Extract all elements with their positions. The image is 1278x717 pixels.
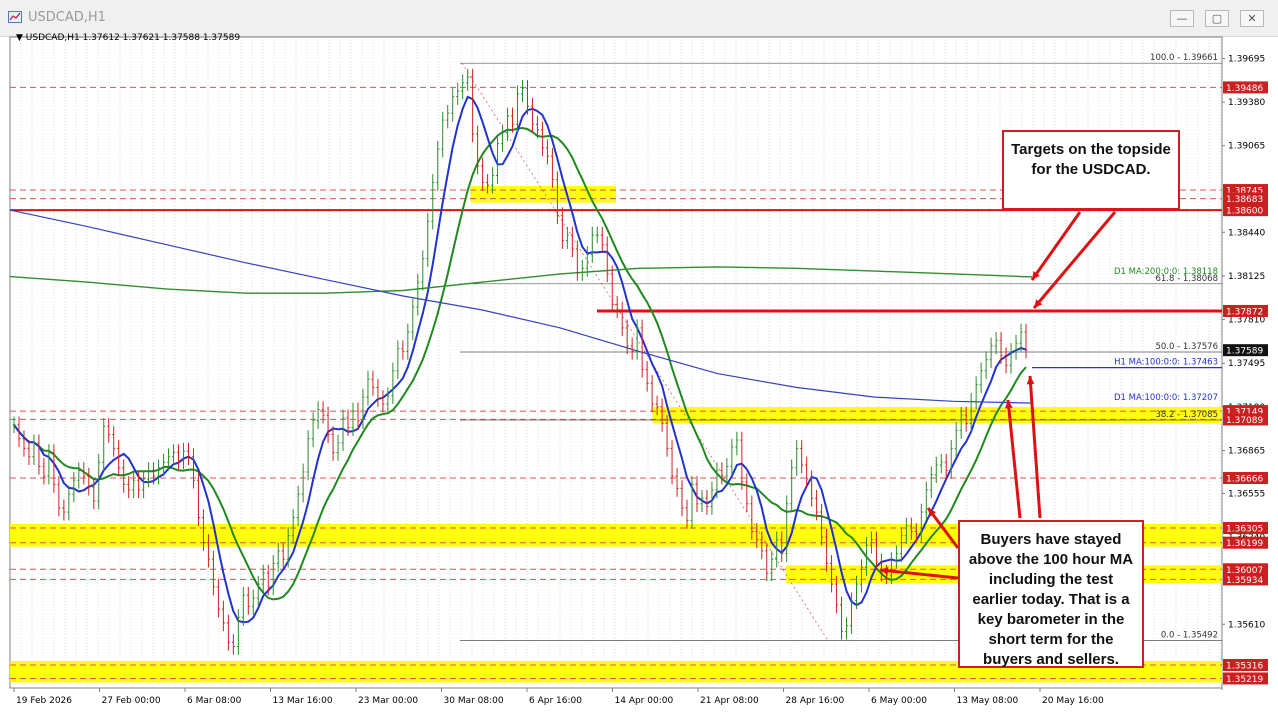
level-tag-label-7: 1.36666 [1226, 475, 1263, 485]
x-tick-label-12: 20 May 16:00 [1042, 696, 1104, 706]
x-tick-label-11: 13 May 08:00 [957, 696, 1019, 706]
x-tick-label-6: 6 Apr 16:00 [529, 696, 582, 706]
y-tick-label-3: 1.38440 [1228, 228, 1265, 238]
level-tag-label-0: 1.39486 [1226, 84, 1263, 94]
level-tag-label-6: 1.37089 [1226, 416, 1263, 426]
level-tag-label-12: 1.35316 [1226, 662, 1263, 672]
level-tag-label-9: 1.36199 [1226, 539, 1263, 549]
y-tick-label-6: 1.37495 [1228, 359, 1265, 369]
targets-callout: Targets on the topside for the USDCAD. [1002, 130, 1180, 210]
x-tick-label-8: 21 Apr 08:00 [700, 696, 759, 706]
y-tick-label-9: 1.36555 [1228, 489, 1265, 499]
level-tag-label-3: 1.38600 [1226, 207, 1263, 217]
y-tick-label-4: 1.38125 [1228, 272, 1265, 282]
x-tick-label-1: 27 Feb 00:00 [102, 696, 161, 706]
fib-label-4: 0.0 - 1.35492 [1161, 631, 1218, 641]
y-tick-label-1: 1.39380 [1228, 98, 1265, 108]
x-tick-label-0: 19 Feb 2026 [16, 696, 72, 706]
x-tick-label-10: 6 May 00:00 [871, 696, 927, 706]
x-tick-label-3: 13 Mar 16:00 [273, 696, 333, 706]
level-tag-label-13: 1.35219 [1226, 675, 1263, 685]
y-tick-label-0: 1.39695 [1228, 54, 1265, 64]
fib-label-0: 100.0 - 1.39661 [1150, 53, 1218, 63]
x-tick-label-7: 14 Apr 00:00 [615, 696, 674, 706]
level-tag-label-8: 1.36305 [1226, 525, 1263, 535]
fib-label-3: 38.2 - 1.37085 [1155, 410, 1218, 420]
fib-label-2: 50.0 - 1.37576 [1155, 342, 1218, 352]
level-tag-label-4: 1.37872 [1226, 307, 1263, 317]
x-tick-label-2: 6 Mar 08:00 [187, 696, 242, 706]
y-tick-label-8: 1.36865 [1228, 446, 1265, 456]
y-tick-label-11: 1.35610 [1228, 620, 1265, 630]
x-tick-label-9: 28 Apr 16:00 [786, 696, 845, 706]
ma-label-1: H1 MA:100:0:0: 1.37463 [1114, 358, 1218, 368]
current-price-label: 1.37589 [1226, 347, 1263, 357]
level-tag-label-11: 1.35934 [1226, 576, 1263, 586]
x-tick-label-4: 23 Mar 00:00 [358, 696, 418, 706]
ma-label-2: D1 MA:100:0:0: 1.37207 [1114, 393, 1218, 403]
support-zone-1 [652, 407, 1222, 424]
level-tag-label-2: 1.38683 [1226, 195, 1263, 205]
symbol-header: ▼ USDCAD,H1 1.37612 1.37621 1.37588 1.37… [16, 33, 241, 43]
buyers-callout: Buyers have stayed above the 100 hour MA… [958, 520, 1144, 668]
x-tick-label-5: 30 Mar 08:00 [444, 696, 504, 706]
y-tick-label-2: 1.39065 [1228, 142, 1265, 152]
ma-label-0: D1 MA:200:0:0: 1.38118 [1114, 267, 1218, 277]
